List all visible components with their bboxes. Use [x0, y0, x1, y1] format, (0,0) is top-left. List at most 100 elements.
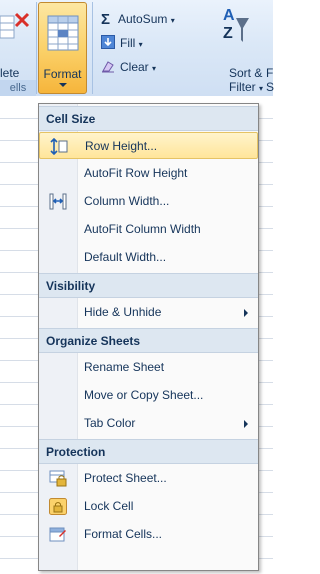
menu-item-autofit-row-height[interactable]: AutoFit Row Height	[39, 160, 258, 187]
menu-item-hide-unhide[interactable]: Hide & Unhide	[39, 299, 258, 326]
submenu-arrow-icon	[244, 309, 248, 317]
menu-item-label: AutoFit Row Height	[84, 166, 188, 180]
menu-item-row-height[interactable]: Row Height...	[39, 132, 258, 159]
find-select-label-2[interactable]: S	[266, 80, 274, 94]
format-button-label: Format	[43, 67, 82, 81]
menu-item-label: Tab Color	[84, 416, 136, 430]
cells-group-label: ells	[0, 80, 36, 96]
gridline	[0, 426, 40, 427]
gridline	[259, 470, 273, 471]
gridline	[259, 250, 273, 251]
menu-header-protection: Protection	[39, 439, 258, 464]
find-select-label-1[interactable]: F	[266, 66, 273, 80]
gridline	[259, 140, 273, 141]
menu-item-label: Lock Cell	[84, 499, 134, 513]
gridline	[0, 558, 40, 559]
gridline	[259, 558, 273, 559]
gridline	[0, 184, 40, 185]
menu-item-label: Rename Sheet	[84, 360, 165, 374]
row-height-icon	[50, 138, 68, 155]
gridline	[0, 228, 40, 229]
gridline	[259, 426, 273, 427]
gridline	[259, 382, 273, 383]
gridline	[259, 338, 273, 339]
svg-text:A: A	[223, 7, 235, 24]
menu-item-move-copy-sheet[interactable]: Move or Copy Sheet...	[39, 382, 258, 409]
gridline	[259, 228, 273, 229]
menu-item-format-cells[interactable]: Format Cells...	[39, 521, 258, 548]
gridline	[259, 514, 273, 515]
menu-item-autofit-column-width[interactable]: AutoFit Column Width	[39, 216, 258, 243]
menu-item-rename-sheet[interactable]: Rename Sheet	[39, 354, 258, 381]
gridline	[259, 294, 273, 295]
fill-button[interactable]: Fill ▾	[120, 36, 143, 50]
group-separator	[36, 2, 37, 94]
autosum-label: AutoSum	[118, 12, 168, 26]
sort-filter-button[interactable]: Filter ▾	[229, 80, 263, 94]
menu-item-column-width[interactable]: Column Width...	[39, 188, 258, 215]
menu-item-default-width[interactable]: Default Width...	[39, 244, 258, 271]
menu-item-tab-color[interactable]: Tab Color	[39, 410, 258, 437]
gridline	[259, 404, 273, 405]
gridline	[0, 162, 40, 163]
gridline	[259, 492, 273, 493]
group-separator	[92, 2, 93, 94]
fill-label: Fill	[120, 36, 136, 50]
gridline	[259, 360, 273, 361]
gridline	[0, 448, 40, 449]
sort-filter-label-2: Filter	[229, 80, 256, 94]
delete-button-label[interactable]: lete	[0, 66, 19, 80]
svg-text:Z: Z	[223, 25, 233, 42]
menu-item-label: Default Width...	[84, 250, 167, 264]
gridline	[0, 382, 40, 383]
gridline	[259, 118, 273, 119]
fill-icon[interactable]	[101, 35, 115, 49]
gridline	[259, 316, 273, 317]
gridline	[0, 360, 40, 361]
menu-item-label: Hide & Unhide	[84, 305, 162, 319]
delete-cells-icon[interactable]	[0, 10, 30, 46]
gridline	[0, 316, 40, 317]
menu-item-lock-cell[interactable]: Lock Cell	[39, 493, 258, 520]
gridline	[0, 338, 40, 339]
gridline	[259, 184, 273, 185]
gridline	[0, 140, 40, 141]
autosum-dropdown-icon: ▾	[170, 16, 175, 25]
lock-icon	[49, 498, 67, 515]
menu-header-cell-size: Cell Size	[39, 106, 258, 131]
menu-item-label: Column Width...	[84, 194, 170, 208]
clear-label: Clear	[120, 60, 149, 74]
autosum-icon[interactable]: Σ	[101, 11, 110, 28]
format-cells-icon	[49, 527, 66, 542]
fill-dropdown-icon: ▾	[138, 40, 143, 49]
menu-header-organize-sheets: Organize Sheets	[39, 328, 258, 353]
autosum-button[interactable]: AutoSum ▾	[118, 12, 175, 26]
format-button[interactable]: Format	[38, 2, 87, 94]
menu-item-label: Move or Copy Sheet...	[84, 388, 204, 402]
gridline	[0, 272, 40, 273]
menu-item-protect-sheet[interactable]: Protect Sheet...	[39, 465, 258, 492]
sort-dropdown-icon: ▾	[259, 84, 264, 93]
format-dropdown-menu: Cell Size Row Height... AutoFit Row Heig…	[38, 103, 259, 571]
menu-item-label: Protect Sheet...	[84, 471, 167, 485]
eraser-icon[interactable]	[101, 59, 115, 73]
gridline	[0, 536, 40, 537]
gridline	[0, 514, 40, 515]
menu-item-label: Format Cells...	[84, 527, 163, 541]
gridline	[0, 492, 40, 493]
column-width-icon	[49, 193, 67, 210]
format-icon	[47, 15, 79, 51]
protect-sheet-icon	[49, 470, 67, 487]
gridline	[259, 206, 273, 207]
clear-button[interactable]: Clear ▾	[120, 60, 156, 74]
ribbon: lete ells Format Σ AutoSum ▾ Fill ▾ Clea…	[0, 0, 274, 97]
chevron-down-icon	[59, 83, 67, 87]
gridline	[0, 404, 40, 405]
menu-header-visibility: Visibility	[39, 273, 258, 298]
sort-filter-icon[interactable]: A Z	[220, 4, 250, 46]
sort-filter-label-1[interactable]: Sort &	[229, 66, 262, 80]
gridline	[259, 162, 273, 163]
clear-dropdown-icon: ▾	[152, 64, 157, 73]
menu-item-label: AutoFit Column Width	[84, 222, 201, 236]
gridline	[259, 272, 273, 273]
